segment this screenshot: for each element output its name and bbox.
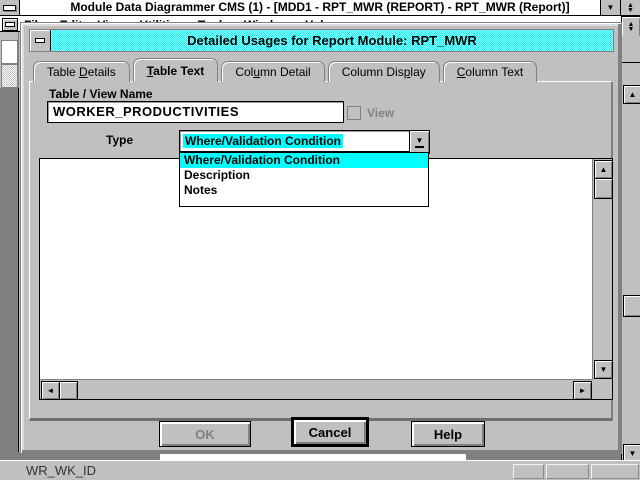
tab-table-text[interactable]: Table Text [133, 58, 219, 82]
text-scroll-left-button[interactable]: ◄ [41, 381, 60, 400]
type-combo-selected-value: Where/Validation Condition [183, 134, 343, 148]
text-scroll-down-button[interactable]: ▼ [594, 360, 613, 379]
dropdown-option-where-validation-condition[interactable]: Where/Validation Condition [180, 153, 428, 168]
dropdown-option-description[interactable]: Description [180, 168, 428, 183]
dialog-title: Detailed Usages for Report Module: RPT_M… [51, 30, 613, 51]
text-area-vertical-scrollbar[interactable]: ▲ ▼ [592, 159, 612, 380]
combo-dropdown-icon: ▼ [416, 137, 424, 145]
status-text: WR_WK_ID [26, 463, 96, 478]
tab-column-text[interactable]: Column Text [443, 61, 537, 82]
status-panel-3 [591, 464, 639, 479]
system-menu-button[interactable] [0, 0, 20, 15]
child-restore-icon: ▲ ▼ [628, 22, 635, 32]
main-vertical-scrollbar[interactable]: ▲ ▼ [621, 36, 640, 461]
tab-column-detail[interactable]: Column Detail [221, 61, 324, 82]
type-dropdown-list: Where/Validation Condition Description N… [179, 152, 429, 207]
main-scroll-up-button[interactable]: ▲ [623, 85, 640, 104]
main-horizontal-scroll-thumb[interactable] [160, 453, 466, 460]
ok-button[interactable]: OK [159, 421, 251, 447]
restore-button[interactable]: ▲ ▼ [620, 0, 640, 15]
up-arrow-icon: ▲ [600, 166, 608, 174]
text-horizontal-scroll-thumb[interactable] [59, 381, 78, 400]
text-area-horizontal-scrollbar[interactable]: ◄ ► [40, 379, 593, 399]
tool-palette-empty-area [0, 88, 19, 460]
dropdown-option-notes[interactable]: Notes [180, 183, 428, 198]
minimize-icon: ▼ [607, 4, 615, 12]
tool-palette [0, 32, 19, 460]
up-arrow-icon: ▲ [629, 91, 637, 99]
dialog-title-bar: Detailed Usages for Report Module: RPT_M… [29, 29, 614, 52]
status-bar: WR_WK_ID [0, 460, 640, 480]
tool-button-1[interactable] [1, 40, 18, 64]
status-panel-1 [513, 464, 544, 479]
dialog-system-menu-button[interactable] [30, 30, 51, 51]
restore-icon: ▲ ▼ [627, 3, 634, 13]
scrollbar-divider [622, 62, 640, 63]
cancel-button[interactable]: Cancel [293, 419, 367, 445]
view-checkbox-label: View [367, 106, 394, 120]
screen: Module Data Diagrammer CMS (1) - [MDD1 -… [0, 0, 640, 480]
text-scroll-right-button[interactable]: ► [573, 381, 592, 400]
type-label: Type [106, 133, 133, 147]
child-system-menu-icon [5, 22, 15, 27]
type-combo-dropdown-button[interactable]: ▼ [409, 130, 430, 154]
combo-dropdown-bar-icon [415, 146, 424, 148]
table-view-name-label: Table / View Name [49, 87, 153, 101]
tab-column-display[interactable]: Column Display [328, 61, 440, 82]
help-button[interactable]: Help [411, 421, 485, 447]
text-vertical-scroll-thumb[interactable] [594, 178, 613, 199]
right-arrow-icon: ► [579, 387, 587, 395]
main-vertical-scroll-thumb[interactable] [623, 295, 640, 317]
left-arrow-icon: ◄ [47, 387, 55, 395]
text-scroll-up-button[interactable]: ▲ [594, 160, 613, 179]
tool-button-2[interactable] [1, 64, 18, 88]
detailed-usages-dialog: Detailed Usages for Report Module: RPT_M… [20, 22, 622, 454]
system-menu-icon [3, 5, 16, 11]
status-panel-2 [546, 464, 589, 479]
down-arrow-icon: ▼ [629, 450, 637, 458]
tab-table-details[interactable]: Table Details [33, 61, 130, 82]
scrollbar-corner [593, 380, 612, 399]
down-arrow-icon: ▼ [600, 366, 608, 374]
main-title-bar: Module Data Diagrammer CMS (1) - [MDD1 -… [0, 0, 640, 16]
table-view-name-field[interactable]: WORKER_PRODUCTIVITIES [47, 101, 344, 123]
view-checkbox[interactable] [347, 106, 361, 120]
main-window-title: Module Data Diagrammer CMS (1) - [MDD1 -… [0, 0, 640, 15]
child-system-menu-button[interactable] [2, 18, 18, 31]
dialog-system-menu-icon [35, 38, 45, 43]
type-combo-field[interactable]: Where/Validation Condition [179, 130, 410, 152]
child-restore-button[interactable]: ▲ ▼ [621, 16, 640, 38]
tab-strip: Table Details Table Text Column Detail C… [33, 59, 540, 82]
minimize-button[interactable]: ▼ [600, 0, 620, 15]
